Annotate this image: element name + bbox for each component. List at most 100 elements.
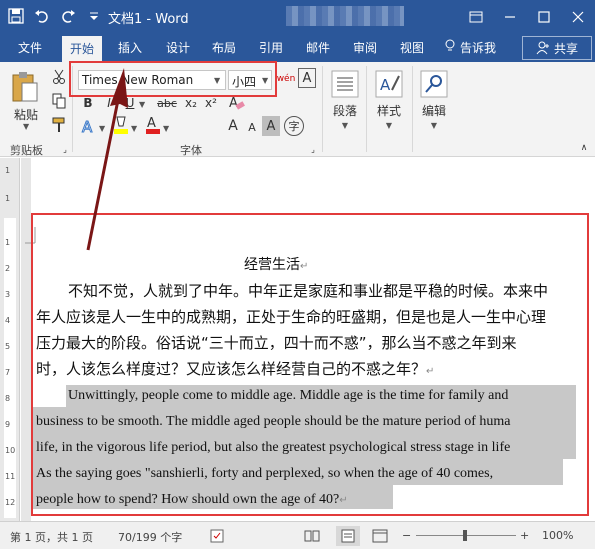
chevron-down-icon[interactable]: ▼ bbox=[139, 100, 145, 109]
ruler-mark: 1 bbox=[5, 238, 11, 247]
status-bar: 第 1 页，共 1 页 70/199 个字 − + 100% bbox=[0, 521, 595, 549]
lightbulb-icon bbox=[445, 39, 455, 51]
vertical-ruler: 1 1 1 2 3 4 5 7 8 9 10 11 12 bbox=[0, 158, 20, 521]
cut-icon[interactable] bbox=[50, 68, 68, 86]
paragraph-button[interactable]: 段落 ▼ bbox=[330, 70, 360, 130]
window-title: 文档1 - Word bbox=[108, 12, 189, 27]
proofing-icon[interactable] bbox=[210, 529, 226, 546]
editing-label: 编辑 bbox=[421, 104, 446, 118]
ruler-mark: 1 bbox=[5, 194, 11, 203]
enclose-characters-button[interactable]: 字 bbox=[284, 116, 304, 136]
dialog-launcher-icon[interactable]: ⌟ bbox=[308, 144, 318, 154]
ruler-mark: 3 bbox=[5, 290, 11, 299]
maximize-icon[interactable] bbox=[527, 0, 561, 34]
share-label: 共享 bbox=[553, 41, 578, 56]
ribbon-tabs: 文件 开始 插入 设计 布局 引用 邮件 审阅 视图 告诉我 共享 bbox=[0, 34, 595, 62]
quick-access-toolbar bbox=[8, 8, 102, 24]
group-divider bbox=[412, 66, 413, 152]
word-count[interactable]: 70/199 个字 bbox=[118, 529, 182, 545]
zoom-out-icon[interactable]: − bbox=[402, 529, 411, 542]
styles-icon: A bbox=[375, 70, 403, 98]
chevron-down-icon: ▼ bbox=[341, 121, 349, 130]
ribbon-options-icon[interactable] bbox=[459, 0, 493, 34]
ruler-mark: 7 bbox=[5, 368, 11, 377]
chevron-down-icon[interactable]: ▼ bbox=[99, 124, 105, 133]
tab-insert[interactable]: 插入 bbox=[118, 39, 142, 56]
page-count[interactable]: 第 1 页，共 1 页 bbox=[10, 529, 93, 545]
read-mode-icon[interactable] bbox=[304, 529, 320, 546]
print-layout-icon[interactable] bbox=[336, 526, 360, 546]
font-color-icon[interactable]: A bbox=[144, 114, 162, 136]
character-shading-button[interactable]: A bbox=[262, 116, 280, 136]
chevron-down-icon[interactable]: ▼ bbox=[131, 124, 137, 133]
customize-qat-icon[interactable] bbox=[86, 8, 102, 24]
tell-me-label: 告诉我 bbox=[460, 41, 497, 55]
ruler-mark: 4 bbox=[5, 316, 11, 325]
search-icon bbox=[420, 70, 448, 98]
ruler-mark: 8 bbox=[5, 394, 11, 403]
group-divider bbox=[366, 66, 367, 152]
font-group-label: 字体 bbox=[180, 144, 202, 157]
tab-home[interactable]: 开始 bbox=[62, 36, 103, 62]
save-icon[interactable] bbox=[8, 8, 24, 24]
svg-text:A: A bbox=[229, 96, 238, 111]
ruler-mark: 2 bbox=[5, 264, 11, 273]
collapse-ribbon-icon[interactable]: ∧ bbox=[578, 142, 590, 154]
ruler-mark: 10 bbox=[5, 446, 16, 455]
zoom-in-icon[interactable]: + bbox=[520, 529, 529, 542]
zoom-level[interactable]: 100% bbox=[542, 529, 573, 542]
shrink-font-button[interactable]: A bbox=[244, 118, 260, 136]
ruler-mark: 1 bbox=[5, 166, 11, 175]
tell-me-box[interactable]: 告诉我 bbox=[444, 39, 496, 56]
tab-references[interactable]: 引用 bbox=[259, 39, 283, 56]
ruler-mark: 12 bbox=[5, 498, 16, 507]
chevron-down-icon: ▼ bbox=[430, 121, 438, 130]
clipboard-group-label: 剪贴板 bbox=[10, 144, 43, 157]
window-controls bbox=[459, 0, 595, 34]
format-painter-icon[interactable] bbox=[50, 116, 68, 134]
paragraph-label: 段落 bbox=[332, 104, 357, 118]
tab-view[interactable]: 视图 bbox=[400, 39, 424, 56]
paste-icon[interactable] bbox=[8, 70, 42, 104]
web-layout-icon[interactable] bbox=[372, 529, 388, 546]
tab-file[interactable]: 文件 bbox=[18, 39, 42, 56]
tab-mailings[interactable]: 邮件 bbox=[306, 39, 330, 56]
svg-text:A: A bbox=[380, 76, 391, 94]
tab-layout[interactable]: 布局 bbox=[212, 39, 236, 56]
highlight-color-icon[interactable] bbox=[112, 114, 130, 136]
chevron-down-icon[interactable]: ▼ bbox=[163, 124, 169, 133]
chevron-down-icon[interactable]: ▼ bbox=[23, 122, 29, 131]
paste-label[interactable]: 粘贴 bbox=[14, 106, 38, 123]
styles-button[interactable]: A 样式 ▼ bbox=[372, 70, 406, 130]
ruler-mark: 9 bbox=[5, 420, 11, 429]
person-icon bbox=[536, 41, 549, 55]
word-window: { "window": { "title": "文档1 - Word" }, "… bbox=[0, 0, 595, 549]
svg-text:A: A bbox=[82, 118, 93, 135]
undo-icon[interactable] bbox=[34, 8, 50, 24]
tab-design[interactable]: 设计 bbox=[166, 39, 190, 56]
paragraph-icon bbox=[331, 70, 359, 98]
ruler-mark: 5 bbox=[5, 342, 11, 351]
zoom-slider-thumb[interactable] bbox=[463, 530, 467, 541]
editing-button[interactable]: 编辑 ▼ bbox=[418, 70, 450, 130]
phonetic-guide-icon[interactable]: wén bbox=[276, 68, 296, 90]
grow-font-button[interactable]: A bbox=[224, 116, 242, 136]
title-bar: 文档1 - Word bbox=[0, 0, 595, 34]
font-highlight-box bbox=[69, 61, 277, 97]
text-effects-icon[interactable]: A bbox=[80, 116, 98, 136]
chevron-down-icon: ▼ bbox=[385, 121, 393, 130]
character-border-icon[interactable]: A bbox=[298, 68, 316, 88]
blurred-region bbox=[286, 6, 404, 26]
tab-review[interactable]: 审阅 bbox=[353, 39, 377, 56]
dialog-launcher-icon[interactable]: ⌟ bbox=[60, 144, 70, 154]
minimize-icon[interactable] bbox=[493, 0, 527, 34]
ruler-mark: 11 bbox=[5, 472, 16, 481]
redo-icon[interactable] bbox=[60, 8, 76, 24]
styles-label: 样式 bbox=[376, 104, 401, 118]
svg-text:A: A bbox=[147, 116, 156, 131]
close-icon[interactable] bbox=[561, 0, 595, 34]
group-divider bbox=[322, 66, 323, 152]
document-highlight-box bbox=[31, 213, 589, 516]
copy-icon[interactable] bbox=[50, 92, 68, 110]
share-button[interactable]: 共享 bbox=[522, 36, 592, 60]
